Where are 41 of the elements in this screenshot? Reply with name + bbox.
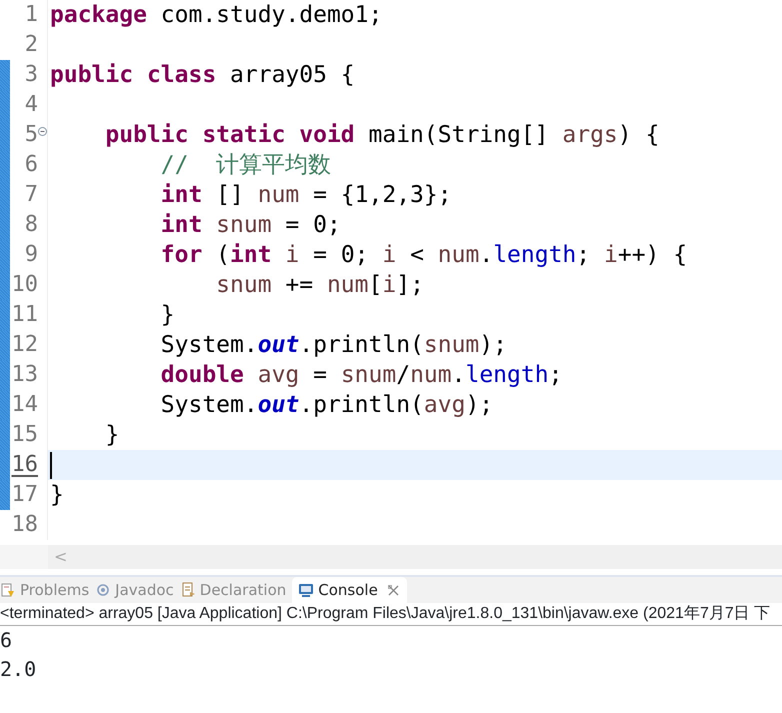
panel-tab[interactable]: Problems (0, 577, 96, 603)
code-line: System.out.println(avg); (160, 392, 494, 418)
panel-tab[interactable]: Console (292, 577, 407, 603)
console-output-line: 6 (0, 627, 14, 654)
line-number: 2 (24, 31, 38, 59)
panel-tab[interactable]: Declaration (180, 577, 292, 603)
code-line: System.out.println(snum); (160, 332, 507, 358)
line-number: 10 (10, 271, 38, 299)
code-line: public class array05 { (50, 62, 355, 88)
line-number: 7 (24, 181, 38, 209)
code-line: int [] num = {1,2,3}; (160, 182, 452, 208)
line-number: 18 (10, 511, 38, 539)
code-line: // 计算平均数 (160, 152, 332, 178)
line-number: 3 (24, 61, 38, 89)
console-status: <terminated> array05 [Java Application] C:\Program Files\Java\jre1.8.0_131\bin\javaw.exe (2021年7月7日 下 (0, 603, 782, 626)
line-number: 1 (24, 1, 38, 29)
code-line: } (50, 482, 64, 508)
line-number: 5 (24, 121, 38, 149)
line-number: 11 (10, 301, 38, 329)
line-number: 16 (10, 451, 38, 479)
code-line: package com.study.demo1; (50, 2, 382, 28)
code-line: double avg = snum/num.length; (160, 362, 562, 388)
line-number: 14 (10, 391, 38, 419)
code-line: } (104, 422, 120, 448)
scroll-left-arrow[interactable]: < (54, 547, 68, 566)
code-line: int snum = 0; (160, 212, 341, 238)
line-number: 8 (24, 211, 38, 239)
line-number: 6 (24, 151, 38, 179)
line-number: 17 (10, 481, 38, 509)
line-number: 9 (24, 241, 38, 269)
panel-tab[interactable]: Javadoc (95, 577, 180, 603)
code-line: } (160, 302, 175, 328)
line-number: 15 (10, 421, 38, 449)
line-number: 13 (10, 361, 38, 389)
code-line: public static void main(String[] args) { (104, 122, 660, 148)
console-output-line: 2.0 (0, 656, 38, 683)
line-number: 4 (24, 91, 38, 119)
line-number: 12 (10, 331, 38, 359)
horizontal-scrollbar[interactable]: < (48, 545, 782, 569)
code-line: for (int i = 0; i < num.length; i++) { (160, 242, 688, 268)
code-line: snum += num[i]; (215, 272, 424, 298)
